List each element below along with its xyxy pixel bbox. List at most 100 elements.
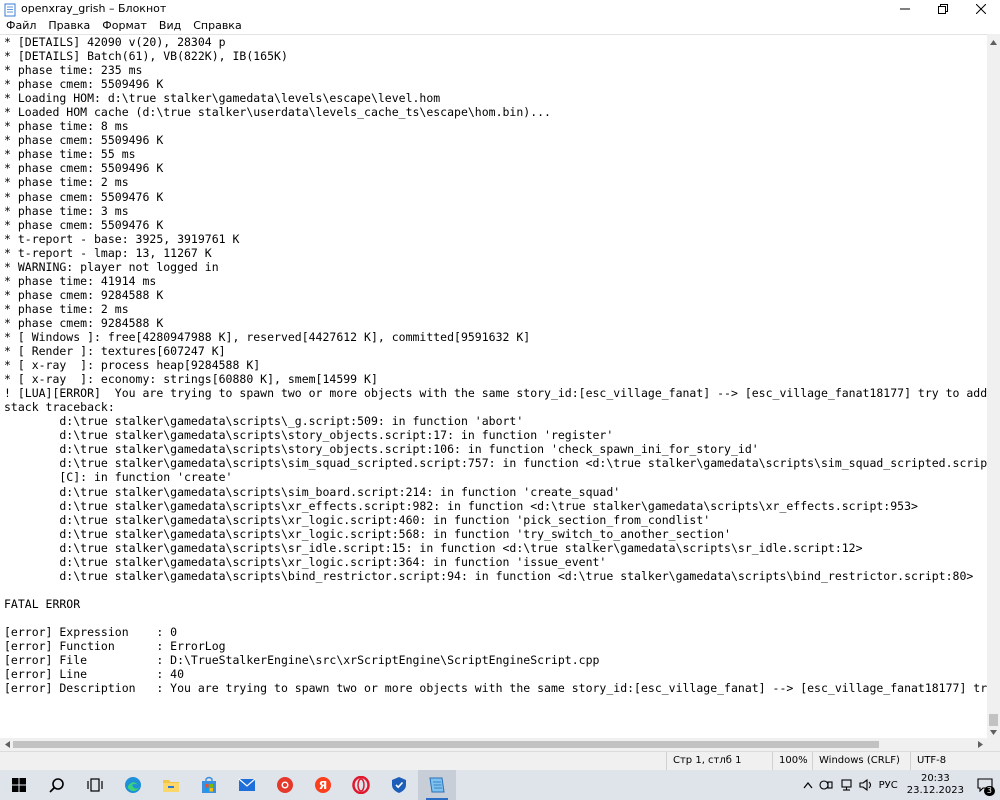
text-line: d:\true stalker\gamedata\scripts\bind_re…	[4, 568, 974, 583]
system-tray: РУС 20:33 23.12.2023 3	[800, 770, 1000, 800]
menu-view[interactable]: Вид	[153, 17, 187, 34]
title-bar: openxray_grish – Блокнот	[0, 0, 1000, 17]
taskbar-notepad[interactable]	[418, 770, 456, 800]
start-button[interactable]	[0, 770, 38, 800]
scroll-up-arrow-icon[interactable]	[987, 36, 1000, 48]
chevron-up-icon	[803, 781, 813, 788]
notepad-icon	[429, 777, 445, 793]
language-indicator[interactable]: РУС	[876, 770, 901, 800]
taskbar-mail[interactable]	[228, 770, 266, 800]
window-controls	[886, 0, 1000, 17]
text-line: d:\true stalker\gamedata\scripts\sr_idle…	[4, 540, 863, 555]
text-line: d:\true stalker\gamedata\scripts\sim_boa…	[4, 484, 621, 499]
minimize-button[interactable]	[886, 0, 924, 17]
opera-icon	[352, 776, 370, 794]
cursor-position: Стр 1, стлб 1	[666, 752, 772, 770]
show-hidden-icons-button[interactable]	[800, 770, 816, 800]
windows-logo-icon	[12, 778, 26, 792]
text-line: * phase cmem: 5509476 K	[4, 217, 164, 232]
text-line: * phase cmem: 5509496 K	[4, 77, 164, 92]
zoom-level: 100%	[772, 752, 812, 770]
menu-edit[interactable]: Правка	[42, 17, 96, 34]
text-line: * phase cmem: 9284588 K	[4, 315, 164, 330]
text-line	[4, 583, 987, 597]
taskbar-edge[interactable]	[114, 770, 152, 800]
text-line: * phase cmem: 5509496 K	[4, 161, 164, 176]
task-view-button[interactable]	[76, 770, 114, 800]
text-line: d:\true stalker\gamedata\scripts\_g.scri…	[4, 414, 524, 429]
text-line: [error] Description : You are trying to …	[4, 681, 987, 696]
notepad-app-icon	[3, 2, 17, 16]
taskbar-security[interactable]	[380, 770, 418, 800]
text-line: d:\true stalker\gamedata\scripts\xr_effe…	[4, 498, 918, 513]
text-line: * WARNING: player not logged in	[4, 259, 219, 274]
text-line: stack traceback:	[4, 400, 115, 415]
horizontal-scroll-thumb[interactable]	[13, 741, 879, 748]
close-icon	[976, 3, 986, 14]
mail-icon	[238, 778, 256, 791]
search-button[interactable]	[38, 770, 76, 800]
text-line: * phase time: 2 ms	[4, 175, 129, 190]
shield-icon	[392, 777, 406, 793]
text-line: d:\true stalker\gamedata\scripts\story_o…	[4, 428, 614, 443]
text-line: d:\true stalker\gamedata\scripts\xr_logi…	[4, 554, 607, 569]
camera-icon	[819, 780, 833, 790]
text-line: * t-report - lmap: 13, 11267 K	[4, 245, 212, 260]
network-icon	[841, 779, 852, 791]
menu-format[interactable]: Формат	[96, 17, 153, 34]
tray-volume[interactable]	[856, 770, 876, 800]
text-line: * [DETAILS] 42090 v(20), 28304 p	[4, 35, 226, 49]
vertical-scrollbar[interactable]	[987, 34, 1000, 738]
taskbar-yandex-browser[interactable]	[266, 770, 304, 800]
text-line: d:\true stalker\gamedata\scripts\xr_logi…	[4, 512, 711, 527]
clock-date: 23.12.2023	[906, 785, 964, 796]
text-line: * Loading HOM: d:\true stalker\gamedata\…	[4, 91, 441, 106]
yandex-browser-icon	[277, 777, 293, 793]
status-bar: Стр 1, стлб 1 100% Windows (CRLF) UTF-8	[0, 751, 1000, 770]
folder-icon	[163, 780, 179, 792]
taskbar-file-explorer[interactable]	[152, 770, 190, 800]
taskbar-yandex[interactable]: Я	[304, 770, 342, 800]
taskbar-store[interactable]	[190, 770, 228, 800]
task-view-icon	[87, 778, 103, 792]
vertical-scroll-thumb[interactable]	[989, 714, 998, 726]
text-line: * phase cmem: 5509496 K	[4, 133, 164, 148]
text-line: * phase cmem: 9284588 K	[4, 287, 164, 302]
document-text[interactable]: * [DETAILS] 42090 v(20), 28304 p * [DETAI…	[0, 35, 987, 695]
restore-button[interactable]	[924, 0, 962, 17]
text-line: * [DETAILS] Batch(61), VB(822K), IB(165K…	[4, 49, 288, 64]
text-line	[4, 611, 987, 625]
edge-browser-icon	[125, 777, 141, 793]
tray-network[interactable]	[836, 770, 856, 800]
text-line: * phase time: 2 ms	[4, 301, 129, 316]
scroll-down-arrow-icon[interactable]	[987, 726, 1000, 738]
tray-meet-now[interactable]	[816, 770, 836, 800]
window-title: openxray_grish – Блокнот	[21, 2, 167, 15]
taskbar-opera[interactable]	[342, 770, 380, 800]
line-endings: Windows (CRLF)	[812, 752, 910, 770]
text-line: * phase time: 3 ms	[4, 203, 129, 218]
text-line: [error] File : D:\TrueStalkerEngine\src\…	[4, 653, 600, 668]
scroll-left-arrow-icon[interactable]	[1, 738, 13, 751]
horizontal-scrollbar[interactable]	[0, 738, 987, 751]
text-line: * phase cmem: 5509476 K	[4, 189, 164, 204]
menu-help[interactable]: Справка	[187, 17, 247, 34]
text-editor[interactable]: * [DETAILS] 42090 v(20), 28304 p * [DETAI…	[0, 34, 987, 738]
text-line: * [ Render ]: textures[607247 K]	[4, 344, 226, 359]
text-line: * phase time: 235 ms	[4, 63, 143, 78]
scroll-right-arrow-icon[interactable]	[974, 738, 986, 751]
encoding: UTF-8	[910, 752, 1000, 770]
clock[interactable]: 20:33 23.12.2023	[901, 773, 970, 797]
menu-file[interactable]: Файл	[0, 17, 42, 34]
notifications-button[interactable]: 3	[970, 770, 1000, 800]
svg-text:Я: Я	[319, 779, 327, 792]
text-line: ! [LUA][ERROR] You are trying to spawn t…	[4, 386, 987, 401]
text-line: [C]: in function 'create'	[4, 470, 233, 485]
text-line: d:\true stalker\gamedata\scripts\sim_squ…	[4, 456, 987, 471]
yandex-icon: Я	[315, 777, 331, 793]
scrollbar-corner	[987, 738, 1000, 751]
text-line: * [ x-ray ]: economy: strings[60880 K], …	[4, 372, 378, 387]
text-line: [error] Line : 40	[4, 667, 185, 682]
close-button[interactable]	[962, 0, 1000, 17]
minimize-icon	[900, 8, 910, 9]
